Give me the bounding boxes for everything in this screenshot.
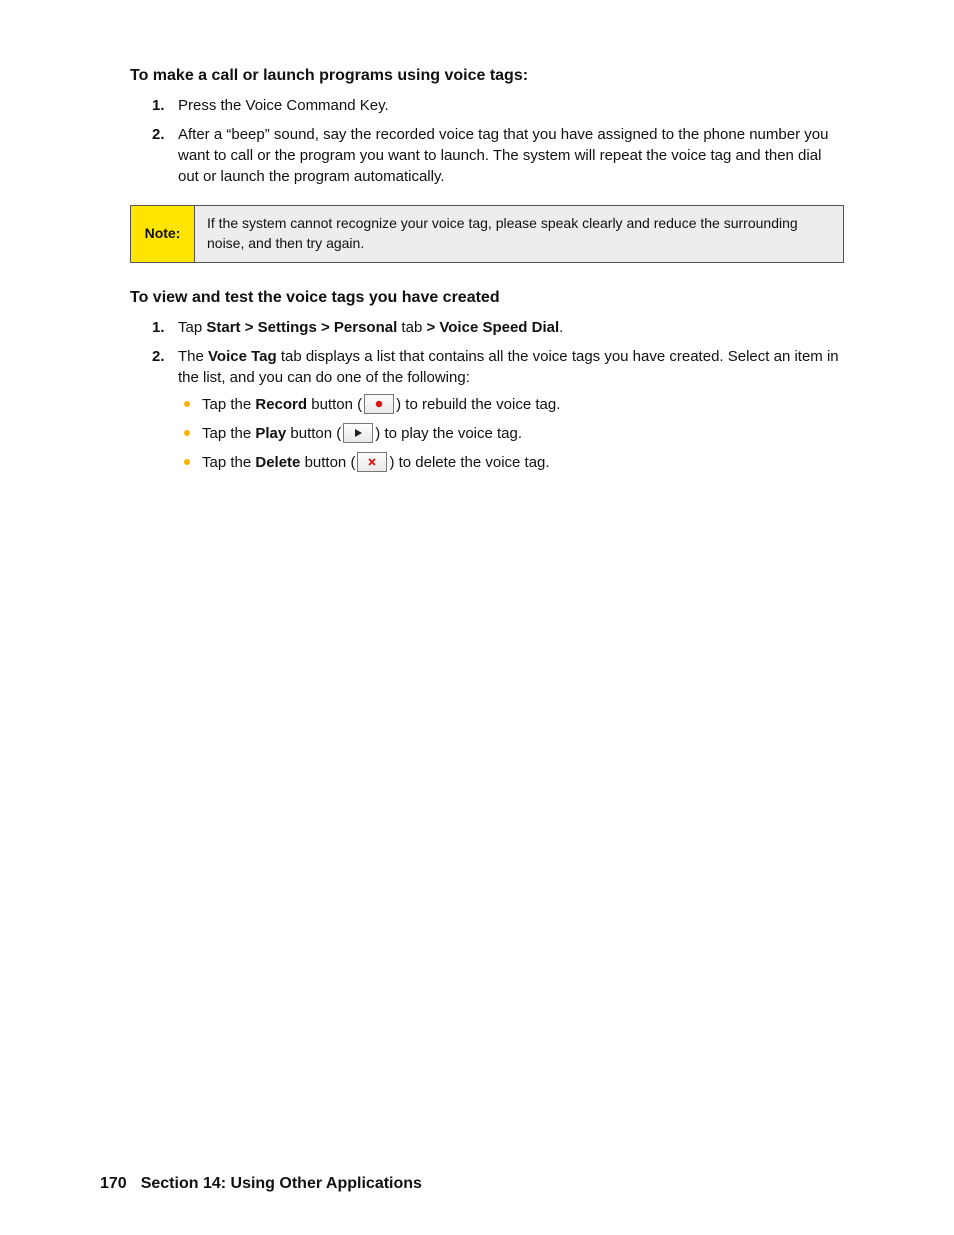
page-footer: 170 Section 14: Using Other Applications (100, 1173, 422, 1195)
page-number: 170 (100, 1175, 127, 1192)
record-icon (364, 394, 394, 414)
steps-view-test: 1. Tap Start > Settings > Personal tab >… (130, 317, 844, 473)
text-fragment: button ( (286, 425, 341, 442)
heading-view-test: To view and test the voice tags you have… (130, 287, 844, 309)
step-text: The Voice Tag tab displays a list that c… (178, 348, 839, 386)
text-bold: Delete (255, 454, 300, 471)
heading-make-call: To make a call or launch programs using … (130, 65, 844, 87)
delete-icon (357, 452, 387, 472)
note-label: Note: (131, 206, 195, 261)
note-body: If the system cannot recognize your voic… (195, 206, 843, 261)
text-fragment: ) to delete the voice tag. (389, 454, 549, 471)
step-item: 1. Press the Voice Command Key. (178, 95, 844, 116)
step-item: 1. Tap Start > Settings > Personal tab >… (178, 317, 844, 338)
step-text: Tap Start > Settings > Personal tab > Vo… (178, 319, 563, 336)
text-fragment: button ( (307, 396, 362, 413)
text-fragment: . (559, 319, 563, 336)
text-fragment: button ( (300, 454, 355, 471)
document-page: To make a call or launch programs using … (0, 0, 954, 1235)
text-bold: Voice Tag (208, 348, 277, 365)
step-number: 2. (152, 346, 165, 367)
play-icon (343, 423, 373, 443)
note-box: Note: If the system cannot recognize you… (130, 205, 844, 262)
text-fragment: Tap the (202, 425, 255, 442)
text-fragment: ) to play the voice tag. (375, 425, 522, 442)
bullet-item: Tap the Delete button ( ) to delete the v… (202, 452, 844, 473)
text-bold: Record (255, 396, 307, 413)
bullet-list: Tap the Record button ( ) to rebuild the … (178, 394, 844, 473)
step-number: 1. (152, 95, 165, 116)
text-fragment: Tap the (202, 396, 255, 413)
step-text: After a “beep” sound, say the recorded v… (178, 126, 828, 185)
text-bold: Start > Settings > Personal (206, 319, 397, 336)
step-number: 2. (152, 124, 165, 145)
text-fragment: ) to rebuild the voice tag. (396, 396, 560, 413)
step-number: 1. (152, 317, 165, 338)
bullet-item: Tap the Record button ( ) to rebuild the … (202, 394, 844, 415)
step-item: 2. After a “beep” sound, say the recorde… (178, 124, 844, 187)
text-bold: > Voice Speed Dial (426, 319, 559, 336)
text-fragment: Tap the (202, 454, 255, 471)
bullet-item: Tap the Play button ( ) to play the voice… (202, 423, 844, 444)
steps-make-call: 1. Press the Voice Command Key. 2. After… (130, 95, 844, 187)
text-bold: Play (255, 425, 286, 442)
section-title: Section 14: Using Other Applications (141, 1175, 422, 1192)
text-fragment: The (178, 348, 208, 365)
text-fragment: tab (397, 319, 426, 336)
text-fragment: Tap (178, 319, 206, 336)
text-fragment: tab displays a list that contains all th… (178, 348, 839, 386)
step-text: Press the Voice Command Key. (178, 97, 389, 114)
step-item: 2. The Voice Tag tab displays a list tha… (178, 346, 844, 473)
